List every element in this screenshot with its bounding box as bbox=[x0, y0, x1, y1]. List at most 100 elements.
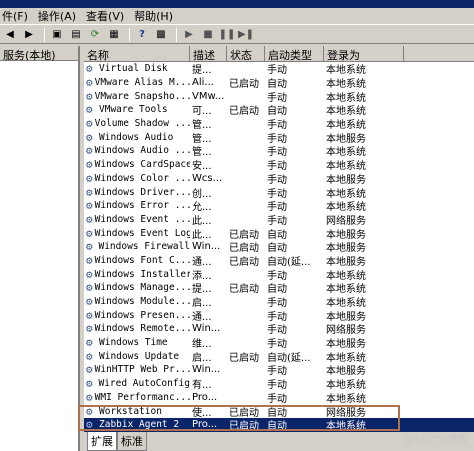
table-row[interactable]: ⚙ VMware Alias M... Ali... 已启动 自动 本地系统 bbox=[84, 76, 474, 90]
column-startup-type[interactable]: 启动类型 bbox=[265, 46, 324, 61]
back-icon[interactable]: ◀ bbox=[2, 28, 18, 42]
table-row[interactable]: ⚙ Windows Audio 管... 手动 本地服务 bbox=[84, 130, 474, 145]
service-description: 使... bbox=[192, 407, 212, 419]
refresh-icon[interactable]: ⟳ bbox=[87, 28, 103, 42]
menu-file[interactable]: 件(F) bbox=[2, 8, 38, 24]
gear-icon: ⚙ bbox=[86, 378, 93, 390]
service-name-cell: ⚙ Wired AutoConfig bbox=[84, 378, 190, 389]
table-row[interactable]: ⚙ Windows Time 维... 手动 本地服务 bbox=[84, 336, 474, 350]
service-name: VMware Alias M... bbox=[94, 77, 190, 89]
show-tree-icon[interactable]: ▣ bbox=[49, 28, 65, 42]
gear-icon: ⚙ bbox=[86, 200, 93, 212]
table-row[interactable]: ⚙ Windows Firewall Win... 已启动 自动 本地服务 bbox=[84, 240, 474, 254]
list-header: 名称 描述 状态 启动类型 登录为 bbox=[84, 46, 474, 62]
tab-extended[interactable]: 扩展 bbox=[87, 432, 117, 451]
table-row[interactable]: ⚙ Windows Installer 添... 手动 本地系统 bbox=[84, 267, 474, 282]
service-description: 提... bbox=[192, 65, 212, 77]
service-name-cell: ⚙ Windows Error ... bbox=[84, 200, 190, 211]
pause-service-icon[interactable]: ❚❚ bbox=[219, 28, 236, 42]
service-name-cell: ⚙ VMware Alias M... bbox=[84, 77, 190, 88]
service-name: Workstation bbox=[99, 405, 162, 417]
service-name-cell: ⚙ Windows Audio ... bbox=[84, 145, 190, 156]
service-name-cell: ⚙ Windows Driver... bbox=[84, 187, 190, 198]
service-name-cell: ⚙ Windows Update bbox=[84, 351, 190, 362]
table-row[interactable]: ⚙ VMware Tools 可... 已启动 自动 本地系统 bbox=[84, 103, 474, 117]
gear-icon: ⚙ bbox=[86, 268, 93, 280]
table-row[interactable]: ⚙ Virtual Disk 提... 手动 本地系统 bbox=[84, 62, 474, 76]
gear-icon: ⚙ bbox=[86, 254, 93, 266]
table-row[interactable]: ⚙ Windows Module... 启... 手动 本地系统 bbox=[84, 295, 474, 309]
table-row[interactable]: ⚙ Zabbix Agent 2 Pro... 已启动 自动 本地系统 bbox=[84, 417, 474, 432]
gear-icon: ⚙ bbox=[86, 63, 93, 75]
service-name-cell: ⚙ Windows Remote... bbox=[84, 323, 190, 334]
gear-icon: ⚙ bbox=[86, 364, 93, 376]
table-row[interactable]: ⚙ Windows Driver... 创... 手动 本地系统 bbox=[84, 185, 474, 200]
gear-icon: ⚙ bbox=[86, 323, 93, 335]
menu-action[interactable]: 操作(A) bbox=[38, 8, 86, 24]
restart-service-icon[interactable]: ▶❚ bbox=[238, 28, 254, 42]
gear-icon: ⚙ bbox=[86, 159, 93, 171]
service-name-cell: ⚙ VMware Snapsho... bbox=[84, 91, 190, 102]
export-list-icon[interactable]: ▦ bbox=[106, 28, 122, 42]
menu-help[interactable]: 帮助(H) bbox=[134, 8, 183, 24]
tree-item-services-local[interactable]: 服务(本地) bbox=[0, 46, 78, 62]
toolbar-separator bbox=[176, 27, 177, 42]
service-name: Windows Audio ... bbox=[94, 145, 190, 157]
menu-bar: 件(F) 操作(A) 查看(V) 帮助(H) bbox=[0, 8, 474, 25]
table-row[interactable]: ⚙ Windows CardSpace 安... 手动 本地系统 bbox=[84, 158, 474, 172]
service-name-cell: ⚙ Windows Installer bbox=[84, 269, 190, 280]
service-name-cell: ⚙ Windows Manage... bbox=[84, 282, 190, 293]
table-row[interactable]: ⚙ Windows Remote... Win... 手动 网络服务 bbox=[84, 322, 474, 336]
table-row[interactable]: ⚙ Windows Update 启... 已启动 自动(延... 本地系统 bbox=[84, 349, 474, 364]
table-row[interactable]: ⚙ Windows Event Log 此... 已启动 自动 本地服务 bbox=[84, 226, 474, 241]
forward-icon[interactable]: ▶ bbox=[21, 28, 37, 42]
service-name-cell: ⚙ Windows Color ... bbox=[84, 173, 190, 184]
gear-icon: ⚙ bbox=[86, 131, 93, 143]
console-icon[interactable]: ▩ bbox=[153, 28, 169, 42]
gear-icon: ⚙ bbox=[86, 186, 93, 198]
service-description: Win... bbox=[192, 241, 221, 253]
service-name-cell: ⚙ Windows Module... bbox=[84, 296, 190, 307]
table-row[interactable]: ⚙ WMI Performanc... Pro... 手动 本地系统 bbox=[84, 391, 474, 405]
table-row[interactable]: ⚙ Windows Event ... 此... 手动 网络服务 bbox=[84, 213, 474, 227]
service-description: Pro... bbox=[192, 419, 218, 431]
gear-icon: ⚙ bbox=[86, 172, 93, 184]
service-name: Windows Installer bbox=[94, 268, 190, 280]
table-row[interactable]: ⚙ Wired AutoConfig 有... 手动 本地系统 bbox=[84, 377, 474, 391]
table-row[interactable]: ⚙ Windows Audio ... 管... 手动 本地系统 bbox=[84, 144, 474, 158]
gear-icon: ⚙ bbox=[86, 391, 93, 403]
service-description: VMw... bbox=[192, 90, 225, 102]
start-service-icon[interactable]: ▶ bbox=[181, 28, 197, 42]
properties-icon[interactable]: ▤ bbox=[68, 28, 84, 42]
tab-standard[interactable]: 标准 bbox=[117, 432, 147, 451]
table-row[interactable]: ⚙ Windows Color ... Wcs... 手动 本地服务 bbox=[84, 172, 474, 186]
column-description[interactable]: 描述 bbox=[190, 46, 227, 61]
stop-service-icon[interactable]: ■ bbox=[200, 28, 216, 42]
toolbar-separator bbox=[44, 27, 45, 42]
service-name-cell: ⚙ Windows Event Log bbox=[84, 228, 190, 239]
service-name: Windows CardSpace bbox=[94, 159, 190, 171]
service-name: Windows Event Log bbox=[94, 227, 190, 239]
column-name[interactable]: 名称 bbox=[84, 46, 190, 61]
table-row[interactable]: ⚙ Windows Error ... 允... 手动 本地系统 bbox=[84, 199, 474, 213]
services-list: 名称 描述 状态 启动类型 登录为 ⚙ Virtual Disk 提... 手动 本地系… bbox=[84, 46, 474, 438]
table-row[interactable]: ⚙ Windows Presen... 通... 手动 本地服务 bbox=[84, 308, 474, 323]
table-row[interactable]: ⚙ Workstation 使... 已启动 自动 网络服务 bbox=[84, 404, 474, 419]
table-row[interactable]: ⚙ VMware Snapsho... VMw... 手动 本地系统 bbox=[84, 89, 474, 104]
table-row[interactable]: ⚙ Volume Shadow ... 管... 手动 本地系统 bbox=[84, 117, 474, 131]
service-name: Windows Remote... bbox=[94, 323, 190, 335]
table-row[interactable]: ⚙ Windows Font C... 通... 已启动 自动(延... 本地服务 bbox=[84, 254, 474, 268]
service-status: 已启动 bbox=[229, 79, 259, 91]
column-status[interactable]: 状态 bbox=[227, 46, 265, 61]
service-name-cell: ⚙ WinHTTP Web Pr... bbox=[84, 364, 190, 375]
service-name: Virtual Disk bbox=[99, 63, 168, 75]
table-row[interactable]: ⚙ Windows Manage... 提... 已启动 自动 本地系统 bbox=[84, 281, 474, 295]
service-description: Pro... bbox=[192, 391, 218, 403]
column-log-on-as[interactable]: 登录为 bbox=[324, 46, 404, 61]
service-name: Windows Font C... bbox=[94, 254, 190, 266]
table-row[interactable]: ⚙ WinHTTP Web Pr... Win... 手动 本地服务 bbox=[84, 363, 474, 377]
menu-view[interactable]: 查看(V) bbox=[86, 8, 134, 24]
service-name: Windows Presen... bbox=[94, 309, 190, 321]
service-name: Windows Firewall bbox=[98, 241, 190, 253]
help-icon[interactable]: ? bbox=[134, 28, 150, 42]
